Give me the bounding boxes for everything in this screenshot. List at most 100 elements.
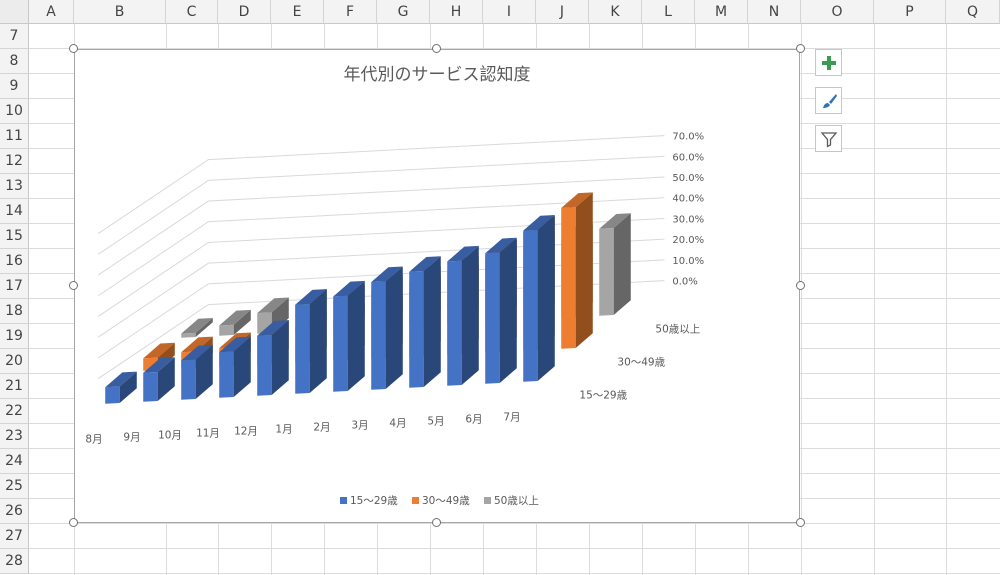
row-header-9[interactable]: 9 bbox=[0, 74, 29, 99]
row-header-24[interactable]: 24 bbox=[0, 449, 29, 474]
x-tick-label: 8月 bbox=[85, 434, 102, 446]
column-header-h[interactable]: H bbox=[430, 0, 483, 24]
bar-side bbox=[423, 256, 441, 388]
column-header-p[interactable]: P bbox=[874, 0, 946, 24]
column-header-e[interactable]: E bbox=[271, 0, 324, 24]
bar-front bbox=[181, 359, 196, 400]
resize-handle-bottom[interactable] bbox=[432, 518, 441, 527]
bar-front bbox=[409, 271, 424, 388]
bar-front bbox=[333, 295, 348, 392]
bar-1-12 bbox=[523, 214, 555, 382]
chart-elements-button[interactable] bbox=[815, 49, 842, 76]
x-tick-label: 6月 bbox=[465, 414, 482, 426]
row-header-8[interactable]: 8 bbox=[0, 49, 29, 74]
column-header-b[interactable]: B bbox=[74, 0, 166, 24]
legend-swatch bbox=[484, 497, 491, 504]
series-axis-labels: 15〜29歳 30〜49歳 50歳以上 bbox=[579, 323, 700, 401]
bar-front bbox=[219, 324, 234, 336]
row-header-7[interactable]: 7 bbox=[0, 24, 29, 49]
resize-handle-top-left[interactable] bbox=[69, 44, 78, 53]
chart-styles-button[interactable] bbox=[815, 87, 842, 114]
bar-side bbox=[499, 237, 517, 384]
bar-front bbox=[599, 228, 614, 316]
y-tick-label: 0.0% bbox=[672, 277, 697, 288]
chart-filters-button[interactable] bbox=[815, 125, 842, 152]
column-header-n[interactable]: N bbox=[748, 0, 801, 24]
resize-handle-top[interactable] bbox=[432, 44, 441, 53]
bar-2-12 bbox=[561, 192, 593, 349]
bar-front bbox=[105, 386, 120, 404]
row-header-13[interactable]: 13 bbox=[0, 174, 29, 199]
bar-side bbox=[575, 192, 593, 349]
row-header-26[interactable]: 26 bbox=[0, 499, 29, 524]
y-tick-label: 70.0% bbox=[672, 132, 704, 143]
series-axis-label: 50歳以上 bbox=[655, 323, 700, 335]
column-header-c[interactable]: C bbox=[166, 0, 218, 24]
resize-handle-bottom-right[interactable] bbox=[796, 518, 805, 527]
column-header-o[interactable]: O bbox=[801, 0, 874, 24]
bar-side bbox=[385, 266, 403, 390]
plus-icon bbox=[821, 55, 836, 70]
row-header-17[interactable]: 17 bbox=[0, 274, 29, 299]
column-header-l[interactable]: L bbox=[642, 0, 695, 24]
row-header-10[interactable]: 10 bbox=[0, 99, 29, 124]
resize-handle-right[interactable] bbox=[796, 281, 805, 290]
y-tick-label: 30.0% bbox=[672, 214, 704, 225]
column-header-m[interactable]: M bbox=[695, 0, 748, 24]
row-header-21[interactable]: 21 bbox=[0, 374, 29, 399]
column-header-g[interactable]: G bbox=[377, 0, 430, 24]
row-header-28[interactable]: 28 bbox=[0, 549, 29, 574]
bar-front bbox=[447, 260, 462, 386]
row-header-18[interactable]: 18 bbox=[0, 299, 29, 324]
row-header-11[interactable]: 11 bbox=[0, 124, 29, 149]
series-axis-label: 30〜49歳 bbox=[617, 356, 665, 368]
resize-handle-bottom-left[interactable] bbox=[69, 518, 78, 527]
y-tick-label: 50.0% bbox=[672, 173, 704, 184]
bar-side bbox=[309, 289, 327, 394]
column-header-k[interactable]: K bbox=[589, 0, 642, 24]
x-tick-label: 12月 bbox=[234, 426, 258, 438]
bar-1-6 bbox=[295, 289, 327, 394]
row-header-19[interactable]: 19 bbox=[0, 324, 29, 349]
bar-side bbox=[461, 245, 479, 386]
row-header-25[interactable]: 25 bbox=[0, 474, 29, 499]
row-header-20[interactable]: 20 bbox=[0, 349, 29, 374]
select-all-corner[interactable] bbox=[0, 0, 29, 24]
bar-1-8 bbox=[371, 266, 403, 390]
bar-side bbox=[347, 280, 365, 392]
x-tick-label: 2月 bbox=[313, 422, 330, 434]
brush-icon bbox=[822, 93, 837, 108]
series-axis-label: 15〜29歳 bbox=[579, 389, 627, 401]
legend-swatch bbox=[412, 497, 419, 504]
row-header-14[interactable]: 14 bbox=[0, 199, 29, 224]
row-header-22[interactable]: 22 bbox=[0, 399, 29, 424]
y-tick-label: 40.0% bbox=[672, 194, 704, 205]
x-tick-label: 9月 bbox=[123, 432, 140, 444]
row-header-16[interactable]: 16 bbox=[0, 249, 29, 274]
bar-side bbox=[537, 214, 555, 382]
row-header-15[interactable]: 15 bbox=[0, 224, 29, 249]
resize-handle-top-right[interactable] bbox=[796, 44, 805, 53]
column-header-j[interactable]: J bbox=[536, 0, 589, 24]
bar-front bbox=[371, 281, 386, 390]
column-header-q[interactable]: Q bbox=[946, 0, 1000, 24]
x-axis-ticks: 8月 9月 10月 11月 12月 1月 2月 3月 4月 5月 6月 7月 bbox=[85, 412, 520, 446]
row-header-27[interactable]: 27 bbox=[0, 524, 29, 549]
column-header-i[interactable]: I bbox=[483, 0, 536, 24]
chart-area[interactable]: 年代別のサービス認知度 0.0% 10.0% 20.0% 30.0% 40.0% 50.0… bbox=[74, 49, 800, 523]
bar-3-12 bbox=[599, 213, 631, 316]
legend-label: 15〜29歳 bbox=[350, 495, 398, 507]
column-header-f[interactable]: F bbox=[324, 0, 377, 24]
column-header-a[interactable]: A bbox=[29, 0, 74, 24]
row-header-12[interactable]: 12 bbox=[0, 149, 29, 174]
column-header-d[interactable]: D bbox=[218, 0, 271, 24]
row-header-23[interactable]: 23 bbox=[0, 424, 29, 449]
resize-handle-left[interactable] bbox=[69, 281, 78, 290]
bar-front bbox=[219, 351, 234, 398]
x-tick-label: 11月 bbox=[196, 428, 220, 440]
legend-swatch bbox=[340, 497, 347, 504]
bar-front bbox=[257, 334, 272, 396]
bar-1-1 bbox=[105, 371, 137, 404]
bar-front bbox=[295, 303, 310, 394]
y-tick-label: 60.0% bbox=[672, 152, 704, 163]
